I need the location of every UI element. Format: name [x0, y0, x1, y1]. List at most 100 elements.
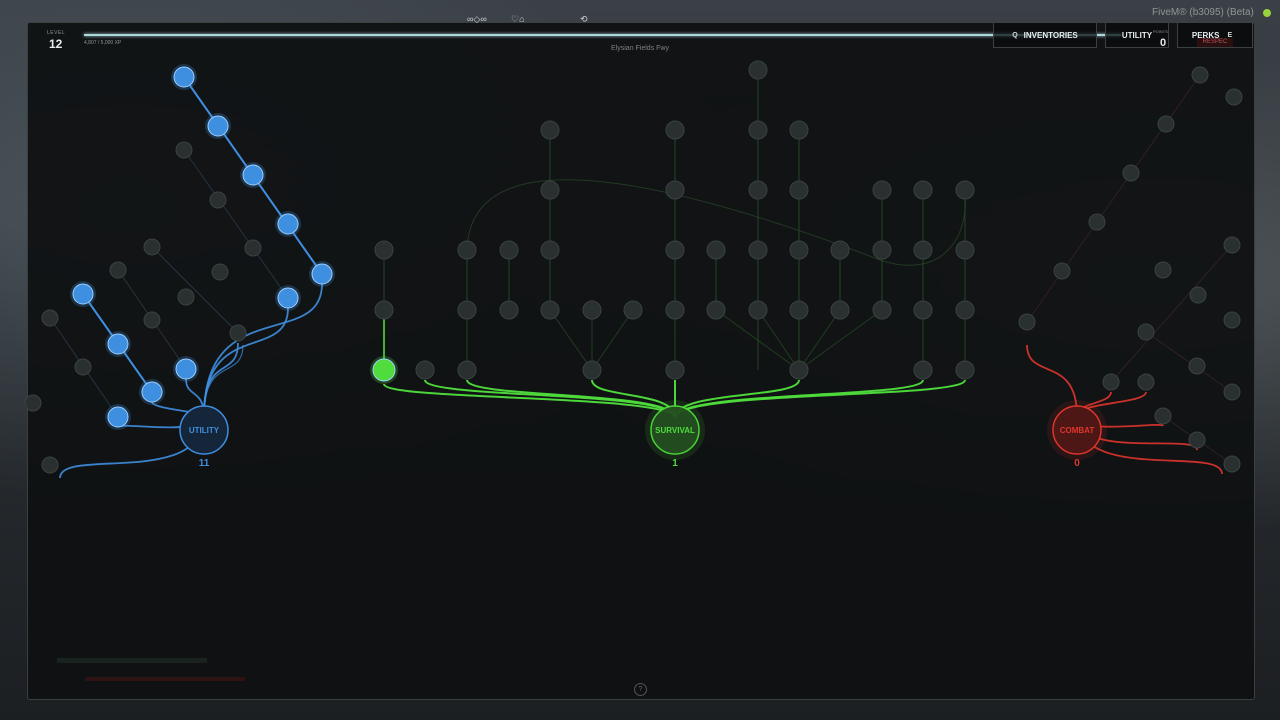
perk-node-unlocked — [141, 381, 163, 403]
perk-node-locked — [41, 309, 59, 327]
perk-node-locked — [955, 360, 975, 380]
perk-node-locked — [913, 240, 933, 260]
perk-node-locked — [499, 240, 519, 260]
perk-node-locked — [1157, 115, 1175, 133]
category-count-utility: 11 — [199, 458, 210, 469]
perk-node-locked — [540, 180, 560, 200]
perk-link — [591, 309, 634, 371]
perk-node-locked — [748, 120, 768, 140]
perk-node-locked — [665, 120, 685, 140]
perk-node-locked — [143, 238, 161, 256]
perk-node-locked — [1188, 357, 1206, 375]
minimap-armor-bar — [85, 677, 245, 681]
perk-node-locked — [913, 180, 933, 200]
perk-tree: UTILITY 11 SURVIVAL 1 COMBAT 0 — [24, 60, 1243, 479]
perk-node-locked — [665, 300, 685, 320]
perk-node-locked — [789, 360, 809, 380]
perk-node-locked — [374, 240, 394, 260]
perk-node-locked — [872, 300, 892, 320]
perk-node-unlocked — [107, 333, 129, 355]
perk-node-locked — [109, 261, 127, 279]
perk-node-locked — [244, 239, 262, 257]
perk-node-unlocked — [311, 263, 333, 285]
perk-node-locked — [789, 180, 809, 200]
perk-node-locked — [623, 300, 643, 320]
perk-node-unlocked — [175, 358, 197, 380]
perk-link — [151, 246, 239, 334]
perk-node-locked — [955, 240, 975, 260]
perk-node-locked — [706, 300, 726, 320]
perk-node-locked — [1188, 431, 1206, 449]
perk-node-locked — [1018, 313, 1036, 331]
perk-node-locked — [872, 180, 892, 200]
perk-link — [1110, 244, 1233, 383]
perk-node-unlocked — [277, 213, 299, 235]
perk-node-locked — [1189, 286, 1207, 304]
question-icon[interactable]: ? — [634, 683, 647, 696]
perk-node-locked — [24, 394, 42, 412]
perk-node-locked — [1053, 262, 1071, 280]
perk-node-locked — [665, 240, 685, 260]
perk-node-unlocked — [207, 115, 229, 137]
perk-node-unlocked — [372, 358, 396, 382]
perk-link — [798, 309, 841, 371]
perk-node-locked — [748, 180, 768, 200]
perk-link — [466, 379, 676, 419]
perk-node-locked — [1223, 311, 1241, 329]
perk-node-locked — [143, 311, 161, 329]
perk-node-locked — [540, 120, 560, 140]
perk-node-locked — [177, 288, 195, 306]
minimap-health-bar — [57, 658, 207, 663]
perk-node-locked — [415, 360, 435, 380]
perk-node-locked — [872, 240, 892, 260]
perk-link — [549, 309, 593, 371]
perk-node-locked — [748, 240, 768, 260]
perk-node-locked — [499, 300, 519, 320]
perk-node-locked — [74, 358, 92, 376]
category-count-survival: 1 — [672, 458, 678, 469]
perk-node-locked — [1102, 373, 1120, 391]
perk-link — [1145, 331, 1233, 393]
perk-node-locked — [457, 240, 477, 260]
perk-node-locked — [1191, 66, 1209, 84]
category-label-utility: UTILITY — [189, 426, 220, 435]
perk-node-unlocked — [107, 406, 129, 428]
perk-node-locked — [913, 300, 933, 320]
perk-node-locked — [209, 191, 227, 209]
perk-link — [1026, 74, 1201, 323]
perk-node-locked — [540, 240, 560, 260]
perk-node-locked — [41, 456, 59, 474]
perk-node-unlocked — [173, 66, 195, 88]
perk-link — [203, 283, 323, 417]
perk-node-locked — [1088, 213, 1106, 231]
perk-link — [466, 379, 676, 419]
perk-node-locked — [706, 240, 726, 260]
perk-node-locked — [1154, 261, 1172, 279]
perk-node-locked — [830, 240, 850, 260]
perk-node-locked — [374, 300, 394, 320]
perk-node-locked — [457, 360, 477, 380]
perk-node-locked — [748, 300, 768, 320]
perk-node-locked — [665, 180, 685, 200]
perk-node-unlocked — [72, 283, 94, 305]
category-label-survival: SURVIVAL — [655, 426, 695, 435]
perk-node-locked — [540, 300, 560, 320]
perk-node-unlocked — [277, 287, 299, 309]
perk-node-locked — [665, 360, 685, 380]
perk-node-locked — [457, 300, 477, 320]
perk-node-locked — [789, 120, 809, 140]
perk-node-locked — [955, 300, 975, 320]
perk-node-locked — [1223, 455, 1241, 473]
perk-node-locked — [1137, 373, 1155, 391]
category-count-combat: 0 — [1074, 458, 1080, 469]
perk-node-locked — [211, 263, 229, 281]
perk-node-locked — [229, 324, 247, 342]
perk-node-locked — [955, 180, 975, 200]
perk-node-locked — [789, 240, 809, 260]
perk-node-locked — [1225, 88, 1243, 106]
perk-node-locked — [913, 360, 933, 380]
perk-node-locked — [175, 141, 193, 159]
perk-node-locked — [582, 360, 602, 380]
perk-node-locked — [1154, 407, 1172, 425]
perk-link — [757, 309, 800, 371]
